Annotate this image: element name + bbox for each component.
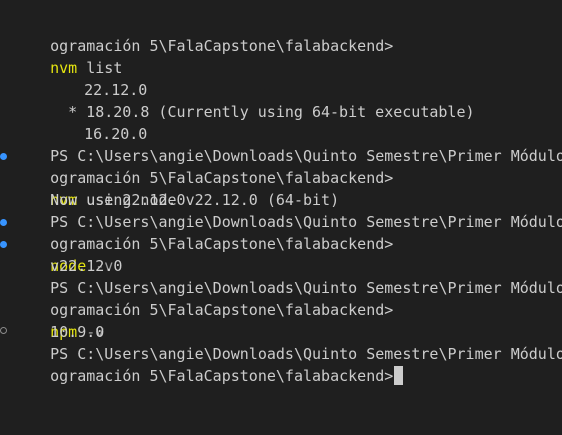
terminal-panel[interactable]: ogramación 5\FalaCapstone\falabackend> n… [0, 0, 562, 435]
terminal-line: PS C:\Users\angie\Downloads\Quinto Semes… [14, 123, 562, 165]
output-line: 22.12.0 [14, 57, 147, 99]
terminal-line: PS C:\Users\angie\Downloads\Quinto Semes… [14, 255, 562, 297]
command-success-decoration-icon[interactable] [0, 241, 7, 248]
prompt-text: ogramación 5\FalaCapstone\falabackend> [50, 37, 394, 55]
terminal-cursor[interactable] [394, 366, 404, 385]
output-line: 10.9.0 [14, 299, 104, 341]
output-line: * 18.20.8 (Currently using 64-bit execut… [14, 79, 474, 121]
terminal-input-line[interactable]: ogramación 5\FalaCapstone\falabackend> [14, 343, 404, 385]
terminal-line: ogramación 5\FalaCapstone\falabackend> n… [14, 211, 393, 275]
command-pending-decoration-icon[interactable] [0, 327, 7, 334]
terminal-line: PS C:\Users\angie\Downloads\Quinto Semes… [14, 321, 562, 363]
terminal-line: PS C:\Users\angie\Downloads\Quinto Semes… [14, 189, 562, 231]
command-success-decoration-icon[interactable] [0, 219, 7, 226]
prompt-text: ogramación 5\FalaCapstone\falabackend> [50, 367, 394, 385]
output-line: 16.20.0 [14, 101, 147, 143]
terminal-line: ogramación 5\FalaCapstone\falabackend> n… [14, 145, 393, 209]
terminal-line: ogramación 5\FalaCapstone\falabackend> n… [14, 277, 393, 341]
output-line: v22.12.0 [14, 233, 122, 275]
output-line: Now using node v22.12.0 (64-bit) [14, 167, 339, 209]
terminal-line: ogramación 5\FalaCapstone\falabackend> n… [14, 13, 393, 77]
command-success-decoration-icon[interactable] [0, 153, 7, 160]
